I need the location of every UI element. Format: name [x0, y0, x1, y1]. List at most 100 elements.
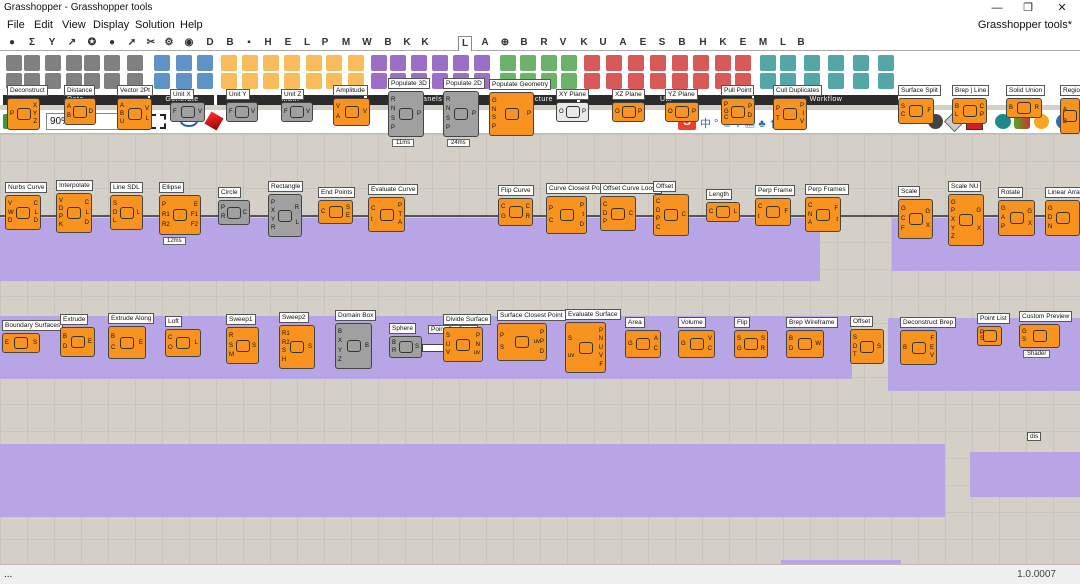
input-param[interactable]: S [492, 115, 496, 122]
output-param[interactable]: P [417, 111, 421, 118]
output-param[interactable]: P [800, 103, 804, 110]
output-param[interactable]: Z [33, 119, 37, 126]
input-param[interactable]: C [321, 209, 325, 216]
input-param[interactable]: F [901, 226, 905, 233]
ribbon-tool-icon[interactable] [735, 55, 751, 71]
ribbon-tool-icon[interactable] [432, 55, 448, 71]
output-param[interactable]: V [930, 353, 934, 360]
tab-33[interactable]: B [675, 36, 689, 50]
ribbon-tool-icon[interactable] [306, 73, 322, 89]
tab-10[interactable]: D [203, 36, 217, 50]
ribbon-tool-icon[interactable] [474, 55, 490, 71]
tab-24[interactable]: ⊕ [498, 36, 512, 50]
input-param[interactable]: R1 [162, 212, 170, 219]
output-param[interactable]: D [540, 349, 544, 356]
input-param[interactable]: C [371, 206, 375, 213]
ribbon-tool-icon[interactable] [628, 55, 644, 71]
ribbon-tool-icon[interactable] [672, 73, 688, 89]
tab-22[interactable]: L [458, 36, 472, 52]
canvas[interactable]: ol dis DeconstructPXYZDistanceABDVector … [0, 78, 1080, 564]
input-param[interactable]: T [853, 352, 857, 359]
tab-17[interactable]: M [339, 36, 353, 50]
input-param[interactable]: W [8, 210, 14, 217]
group-row3[interactable] [0, 444, 945, 517]
tab-0[interactable]: ● [5, 36, 19, 50]
input-param[interactable]: P [446, 125, 450, 132]
ribbon-tool-icon[interactable] [584, 55, 600, 71]
input-param[interactable]: N [446, 106, 450, 113]
input-param[interactable]: G [901, 206, 906, 213]
input-param[interactable]: D [59, 206, 63, 213]
input-param[interactable]: O [668, 109, 673, 116]
input-param[interactable]: B [120, 111, 124, 118]
tab-34[interactable]: H [696, 36, 710, 50]
input-param[interactable]: G [1022, 329, 1027, 336]
input-param[interactable]: S [229, 343, 233, 350]
component-curve-closest-point[interactable]: Curve Closest Point P C Pt D [546, 183, 610, 234]
ribbon-tool-icon[interactable] [628, 73, 644, 89]
sketch-pen-icon[interactable] [204, 111, 224, 131]
minimize-button[interactable]: — [987, 1, 1007, 15]
output-param[interactable]: V [145, 106, 149, 113]
input-param[interactable]: F [284, 109, 288, 116]
input-param[interactable]: C [168, 335, 172, 342]
component-length[interactable]: Length C L [706, 189, 740, 222]
tab-1[interactable]: Σ [25, 36, 39, 50]
ribbon-tool-icon[interactable] [326, 55, 342, 71]
tab-36[interactable]: E [736, 36, 750, 50]
component-populate-3d[interactable]: Populate 3D R N S P P 11ms [388, 78, 430, 147]
input-param[interactable]: K [59, 222, 63, 229]
tab-26[interactable]: R [537, 36, 551, 50]
output-param[interactable]: P [692, 109, 696, 116]
component-cull-duplicates[interactable]: Cull Duplicates P T P I V [773, 85, 823, 130]
tab-11[interactable]: B [223, 36, 237, 50]
input-param[interactable]: C [656, 225, 660, 232]
output-param[interactable]: L [195, 340, 198, 347]
output-param[interactable]: F2 [191, 222, 198, 229]
output-param[interactable]: C [682, 212, 686, 219]
ribbon-tool-icon[interactable] [306, 55, 322, 71]
tab-14[interactable]: E [281, 36, 295, 50]
input-param[interactable]: P [776, 106, 780, 113]
output-param[interactable]: A [654, 336, 658, 343]
output-param[interactable]: B [365, 343, 369, 350]
input-param[interactable]: G [1001, 206, 1006, 213]
component-end-points[interactable]: End Points C S E [318, 187, 356, 224]
input-param[interactable]: B [789, 336, 793, 343]
input-param[interactable]: N [808, 212, 812, 219]
component-deconstruct[interactable]: Deconstruct P X Y Z [7, 85, 48, 130]
component-flip[interactable]: Flip S G S R [734, 317, 768, 358]
input-param[interactable]: B [63, 334, 67, 341]
tab-13[interactable]: H [261, 36, 275, 50]
output-param[interactable]: Y [33, 111, 37, 118]
output-param[interactable]: E [88, 339, 92, 346]
input-param[interactable]: C [603, 202, 607, 209]
ribbon-tool-icon[interactable] [500, 55, 516, 71]
component-rectangle[interactable]: Rectangle P X Y R R L [268, 181, 304, 237]
output-param[interactable]: S [877, 344, 881, 351]
tab-4[interactable]: ✪ [85, 36, 99, 50]
input-param[interactable]: B [338, 329, 342, 336]
input-param[interactable]: C [709, 209, 713, 216]
output-param[interactable]: V [198, 109, 202, 116]
output-param[interactable]: S [415, 344, 419, 351]
output-param[interactable]: L [146, 116, 149, 123]
output-param[interactable]: R [526, 214, 530, 221]
component-evaluate-curve[interactable]: Evaluate Curve Ct P T A [368, 184, 419, 232]
component-surface-split[interactable]: Surface Split S C F [898, 85, 941, 124]
input-param[interactable]: S [446, 333, 450, 340]
ribbon-tool-icon[interactable] [284, 55, 300, 71]
component-yz-plane[interactable]: YZ Plane O P [665, 89, 699, 122]
component-populate-geometry[interactable]: Populate Geometry G N S P P [489, 79, 552, 136]
output-param[interactable]: L [296, 220, 299, 227]
menu-display[interactable]: Display [93, 19, 129, 31]
input-param[interactable]: S [446, 116, 450, 123]
component-unit-z[interactable]: Unit Z F V [281, 89, 313, 122]
component-offset[interactable]: Offset S D T S [850, 316, 884, 364]
output-param[interactable]: F1 [191, 212, 198, 219]
output-param[interactable]: L [734, 209, 737, 216]
input-param[interactable]: Z [951, 234, 955, 241]
output-param[interactable]: V [363, 109, 367, 116]
input-param[interactable]: H [282, 357, 286, 364]
input-param[interactable]: G [492, 98, 497, 105]
